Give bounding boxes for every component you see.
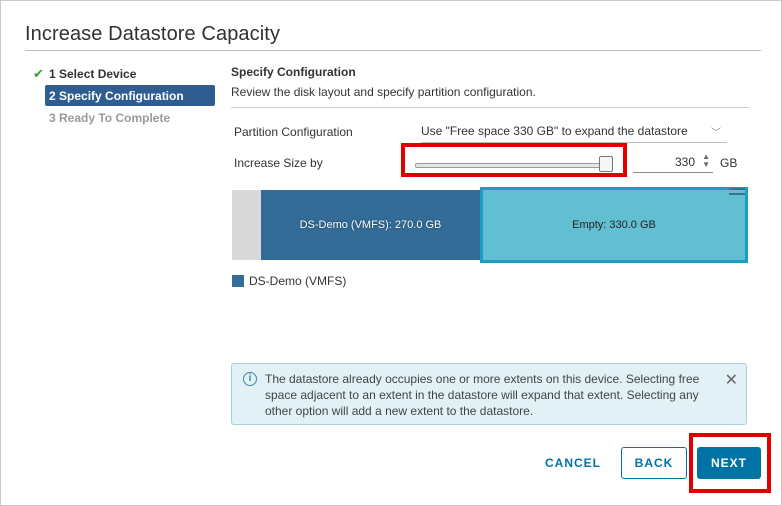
disk-segment-datastore[interactable]: DS-Demo (VMFS): 270.0 GB [261, 190, 480, 260]
chevron-down-icon: ﹀ [711, 128, 721, 139]
next-button[interactable]: NEXT [697, 447, 761, 479]
info-icon: i [243, 372, 257, 386]
partition-configuration-label: Partition Configuration [234, 125, 353, 139]
partition-configuration-select[interactable]: Use "Free space 330 GB" to expand the da… [421, 124, 727, 143]
wizard-step-label: 1 Select Device [49, 66, 137, 81]
wizard-step-label: 3 Ready To Complete [49, 110, 171, 125]
disk-segment-label: DS-Demo (VMFS): 270.0 GB [299, 219, 442, 231]
title-divider [25, 50, 761, 51]
slider-thumb[interactable] [599, 156, 613, 172]
wizard-step-ready-to-complete: 3 Ready To Complete [45, 107, 215, 128]
wizard-step-specify-configuration[interactable]: 2 Specify Configuration [45, 85, 215, 106]
close-icon[interactable]: ✕ [725, 370, 738, 390]
spinner-icon[interactable]: ▲ ▼ [702, 153, 710, 169]
disk-legend: DS-Demo (VMFS) [232, 274, 346, 288]
increase-size-label: Increase Size by [234, 156, 323, 170]
cancel-button[interactable]: CANCEL [537, 447, 609, 479]
checkmark-icon: ✔ [33, 65, 44, 81]
wizard-steps: ✔ 1 Select Device 2 Specify Configuratio… [31, 63, 215, 129]
disk-segment-unallocated [232, 190, 261, 260]
section-divider [231, 107, 749, 108]
dialog-title: Increase Datastore Capacity [25, 23, 281, 45]
legend-label: DS-Demo (VMFS) [249, 274, 347, 288]
increase-size-value: 330 [674, 155, 695, 169]
legend-swatch [232, 275, 244, 287]
wizard-step-label: 2 Specify Configuration [49, 88, 184, 103]
size-unit: GB [720, 156, 738, 170]
step-content: Specify Configuration Review the disk la… [231, 65, 749, 108]
wizard-step-select-device[interactable]: ✔ 1 Select Device [31, 63, 215, 84]
slider-highlight-box [401, 143, 627, 177]
disk-segment-empty[interactable]: Empty: 330.0 GB [480, 187, 748, 263]
back-button[interactable]: BACK [621, 447, 687, 479]
partition-configuration-value: Use "Free space 330 GB" to expand the da… [421, 124, 688, 138]
increase-size-slider[interactable] [415, 163, 607, 168]
section-description: Review the disk layout and specify parti… [231, 85, 536, 99]
increase-size-input[interactable]: 330 ▲ ▼ [633, 153, 713, 173]
menu-icon[interactable] [729, 185, 745, 197]
info-alert-text: The datastore already occupies one or mo… [265, 372, 700, 418]
disk-segment-label: Empty: 330.0 GB [572, 219, 656, 231]
section-title: Specify Configuration [231, 65, 356, 79]
disk-segment-empty-fill: Empty: 330.0 GB [483, 190, 745, 260]
increase-datastore-dialog: Increase Datastore Capacity ✔ 1 Select D… [0, 0, 782, 506]
info-alert: i The datastore already occupies one or … [231, 363, 747, 425]
